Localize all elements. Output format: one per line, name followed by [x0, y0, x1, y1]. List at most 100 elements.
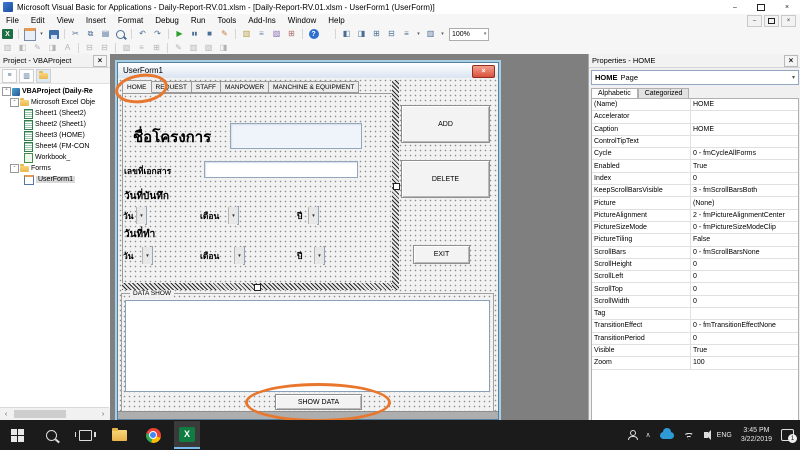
wifi-icon[interactable] [682, 430, 695, 440]
format-tool-13[interactable]: ▧ [202, 42, 215, 53]
tree-item-excel-objects[interactable]: - Microsoft Excel Obje [0, 97, 110, 108]
onedrive-icon[interactable] [659, 427, 674, 439]
align-dropdown[interactable]: ▾ [415, 29, 422, 40]
start-button[interactable] [4, 422, 30, 448]
object-browser-button[interactable]: ▧ [270, 29, 283, 40]
record-day-combobox[interactable]: ▼ [136, 206, 147, 225]
tab-manpower[interactable]: MANPOWER [221, 81, 270, 93]
work-year-combobox[interactable]: ▼ [314, 246, 325, 265]
tree-item-workbook[interactable]: Workbook_ [0, 152, 110, 163]
dropdown-arrow-icon[interactable]: ▼ [234, 247, 244, 264]
property-row[interactable]: Visible True [592, 344, 798, 358]
tab-machine-equipment[interactable]: MANCHINE & EQUIPMENT [269, 81, 360, 93]
tab-staff[interactable]: STAFF [191, 81, 222, 93]
menu-edit[interactable]: Edit [25, 14, 51, 27]
redo-button[interactable]: ↷ [151, 29, 164, 40]
paste-button[interactable]: ▤ [99, 29, 112, 40]
work-day-combobox[interactable]: ▼ [142, 246, 153, 265]
scroll-left-arrow[interactable]: ‹ [0, 411, 12, 418]
tree-item-forms-folder[interactable]: - Forms [0, 163, 110, 174]
toggle-folders-button[interactable] [36, 68, 51, 83]
property-row[interactable]: KeepScrollBarsVisible 3 - fmScrollBarsBot… [592, 185, 798, 198]
format-tool-2[interactable]: ◧ [16, 42, 29, 53]
property-row[interactable]: ScrollWidth 0 [592, 295, 798, 309]
format-tool-14[interactable]: ◨ [217, 42, 230, 53]
tab-categorized[interactable]: Categorized [637, 88, 690, 98]
format-tool-4[interactable]: ◨ [46, 42, 59, 53]
tab-alphabetic[interactable]: Alphabetic [591, 88, 638, 98]
view-object-button[interactable]: ▥ [19, 68, 34, 83]
userform-designer-window[interactable]: UserForm1 × HOME REQUEST STAFF MANPOWER … [117, 62, 499, 420]
property-row[interactable]: Picture (None) [592, 197, 798, 210]
scrollbar-thumb[interactable] [14, 410, 66, 418]
collapse-box[interactable]: - [2, 87, 11, 96]
format-tool-9[interactable]: ≡ [135, 42, 148, 53]
menu-addins[interactable]: Add-Ins [242, 14, 282, 27]
property-row[interactable]: PictureSizeMode 0 - fmPictureSizeModeClip [592, 221, 798, 235]
format-tool-10[interactable]: ⊞ [150, 42, 163, 53]
property-row[interactable]: ScrollHeight 0 [592, 258, 798, 272]
run-button[interactable]: ▶ [173, 29, 186, 40]
property-row[interactable]: Index 0 [592, 172, 798, 186]
userform-bottom-edge[interactable] [118, 411, 498, 419]
send-to-back-button[interactable]: ◨ [355, 29, 368, 40]
menu-insert[interactable]: Insert [80, 14, 112, 27]
group-button[interactable]: ⊞ [370, 29, 383, 40]
taskbar-search-button[interactable] [38, 422, 64, 448]
selection-handle[interactable] [254, 284, 261, 291]
tab-home[interactable]: HOME [122, 80, 152, 93]
dropdown-arrow-icon[interactable]: ▼ [308, 207, 318, 224]
format-tool-8[interactable]: ▧ [120, 42, 133, 53]
property-row[interactable]: PictureTiling False [592, 234, 798, 247]
format-tool-12[interactable]: ▥ [187, 42, 200, 53]
volume-icon[interactable] [703, 430, 711, 440]
property-row[interactable]: Caption HOME [592, 123, 798, 136]
find-button[interactable] [114, 29, 127, 40]
property-row[interactable]: Tag [592, 308, 798, 321]
menu-window[interactable]: Window [282, 14, 322, 27]
menu-tools[interactable]: Tools [212, 14, 243, 27]
cut-button[interactable]: ✂ [69, 29, 82, 40]
properties-window-button[interactable]: ≡ [255, 29, 268, 40]
collapse-box[interactable]: - [10, 98, 19, 107]
exit-button[interactable]: EXIT [413, 245, 470, 264]
tab-request[interactable]: REQUEST [151, 81, 192, 93]
object-selector-dropdown[interactable]: HOME Page ▾ [591, 70, 799, 85]
task-view-button[interactable] [72, 422, 98, 448]
property-row[interactable]: PictureAlignment 2 - fmPictureAlignmentCe… [592, 209, 798, 222]
userform-titlebar[interactable]: UserForm1 × [118, 63, 498, 79]
userform-close-button[interactable]: × [472, 65, 495, 78]
close-button[interactable]: × [774, 0, 800, 14]
child-close-button[interactable]: × [781, 14, 796, 27]
collapse-box[interactable]: - [10, 164, 19, 173]
project-horizontal-scrollbar[interactable]: ‹ › [0, 407, 109, 420]
format-tool-3[interactable]: ✎ [31, 42, 44, 53]
tree-item-userform1[interactable]: UserForm1 [0, 174, 110, 185]
record-year-combobox[interactable]: ▼ [308, 206, 319, 225]
selection-handle[interactable] [393, 183, 400, 190]
restore-button[interactable] [748, 0, 774, 14]
view-excel-button[interactable]: X [1, 29, 14, 40]
property-row[interactable]: Enabled True [592, 160, 798, 173]
child-restore-button[interactable] [764, 14, 779, 27]
property-row[interactable]: TransitionPeriod 0 [592, 332, 798, 345]
child-minimize-button[interactable]: – [747, 14, 762, 27]
center-button[interactable]: ▥ [424, 29, 437, 40]
format-tool-1[interactable]: ▥ [1, 42, 14, 53]
design-mode-button[interactable]: ✎ [218, 29, 231, 40]
bring-to-front-button[interactable]: ◧ [340, 29, 353, 40]
dropdown-arrow-icon[interactable]: ▼ [142, 247, 152, 264]
reset-button[interactable]: ■ [203, 29, 216, 40]
save-button[interactable] [47, 29, 60, 40]
format-tool-11[interactable]: ✎ [172, 42, 185, 53]
doc-no-textbox[interactable] [204, 161, 358, 178]
format-tool-6[interactable]: ⊟ [83, 42, 96, 53]
property-row[interactable]: (Name) HOME [592, 99, 798, 112]
tree-item-project[interactable]: - VBAProject (Daily-Re [0, 86, 110, 97]
tree-item-sheet1[interactable]: Sheet1 (Sheet2) [0, 108, 110, 119]
scroll-right-arrow[interactable]: › [97, 411, 109, 418]
format-tool-5[interactable]: A [61, 42, 74, 53]
center-dropdown[interactable]: ▾ [439, 29, 446, 40]
menu-help[interactable]: Help [322, 14, 350, 27]
property-row[interactable]: ControlTipText [592, 135, 798, 149]
